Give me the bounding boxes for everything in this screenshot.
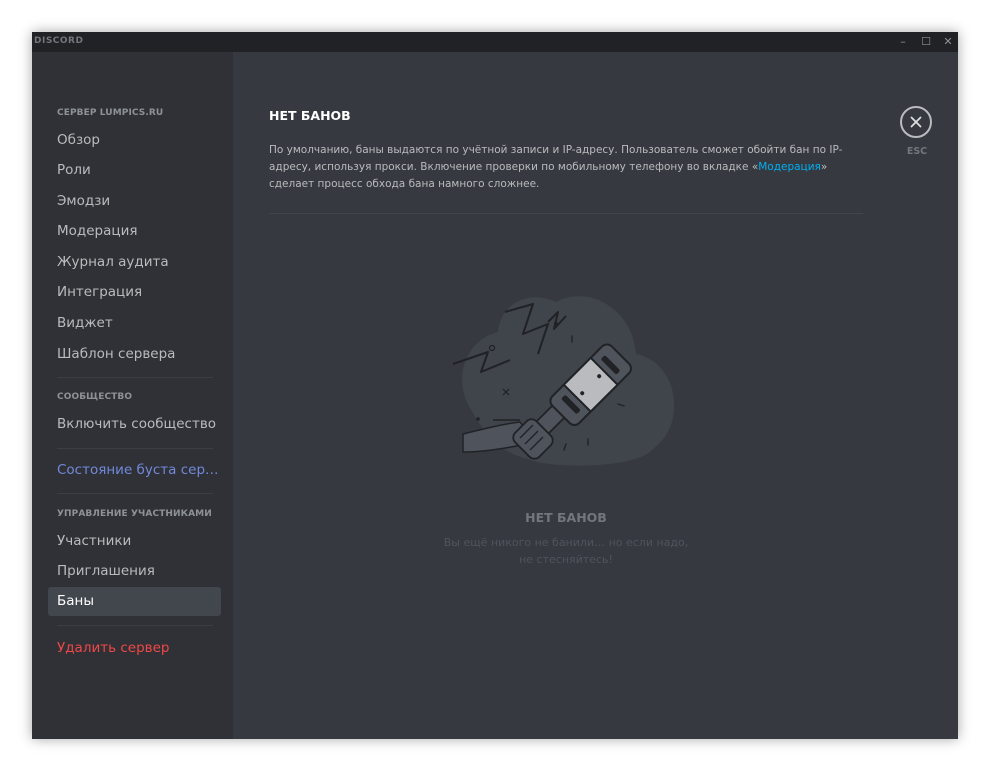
esc-label: ESC bbox=[906, 146, 928, 157]
sidebar-item-boost-status[interactable]: Состояние буста серв... bbox=[48, 456, 221, 485]
sidebar-item-invites[interactable]: Приглашения bbox=[48, 557, 221, 586]
sidebar-item-overview[interactable]: Обзор bbox=[48, 126, 221, 155]
sidebar-separator bbox=[57, 625, 213, 626]
close-icon bbox=[910, 116, 922, 128]
empty-state-line: Вы ещё никого не банили… но если надо, bbox=[443, 536, 689, 549]
close-settings-button[interactable] bbox=[900, 106, 932, 138]
discord-logo: DISCORD bbox=[34, 36, 84, 46]
sidebar-item-roles[interactable]: Роли bbox=[48, 156, 221, 185]
window-close-button[interactable]: ✕ bbox=[937, 34, 958, 50]
sidebar-item-members[interactable]: Участники bbox=[48, 527, 221, 556]
sidebar-item-server-template[interactable]: Шаблон сервера bbox=[48, 340, 221, 369]
sidebar-separator bbox=[57, 377, 213, 378]
community-section-header: СООБЩЕСТВО bbox=[57, 392, 133, 402]
sidebar-item-emoji[interactable]: Эмодзи bbox=[48, 187, 221, 216]
minimize-button[interactable]: – bbox=[892, 34, 914, 50]
server-section-header: СЕРВЕР LUMPICS.RU bbox=[57, 108, 164, 118]
members-section-header: УПРАВЛЕНИЕ УЧАСТНИКАМИ bbox=[57, 509, 212, 519]
maximize-button[interactable]: ☐ bbox=[915, 34, 937, 50]
empty-state-title: НЕТ БАНОВ bbox=[525, 510, 607, 525]
page-title: НЕТ БАНОВ bbox=[269, 108, 351, 123]
sidebar-item-bans[interactable]: Баны bbox=[48, 587, 221, 616]
sidebar-item-delete-server[interactable]: Удалить сервер bbox=[48, 634, 221, 663]
sidebar-item-integrations[interactable]: Интеграция bbox=[48, 278, 221, 307]
description-text: По умолчанию, баны выдаются по учётной з… bbox=[269, 144, 843, 173]
sidebar-separator bbox=[57, 493, 213, 494]
settings-sidebar: СЕРВЕР LUMPICS.RU Обзор Роли Эмодзи Моде… bbox=[32, 52, 233, 739]
content-divider bbox=[269, 213, 863, 214]
app-window: DISCORD – ☐ ✕ СЕРВЕР LUMPICS.RU Обзор Ро… bbox=[32, 32, 958, 739]
ban-hammer-illustration bbox=[452, 296, 675, 466]
title-bar: DISCORD – ☐ ✕ bbox=[32, 32, 958, 52]
sidebar-separator bbox=[57, 448, 213, 449]
empty-state-line: не стесняйтесь! bbox=[519, 553, 613, 566]
sidebar-item-moderation[interactable]: Модерация bbox=[48, 217, 221, 246]
bans-page: НЕТ БАНОВ По умолчанию, баны выдаются по… bbox=[233, 52, 958, 739]
moderation-link[interactable]: Модерация bbox=[758, 161, 821, 173]
sidebar-item-enable-community[interactable]: Включить сообщество bbox=[48, 410, 221, 439]
sidebar-item-widget[interactable]: Виджет bbox=[48, 309, 221, 338]
empty-state-text: Вы ещё никого не банили… но если надо, н… bbox=[413, 534, 719, 568]
bans-description: По умолчанию, баны выдаются по учётной з… bbox=[269, 142, 859, 193]
sidebar-item-audit-log[interactable]: Журнал аудита bbox=[48, 248, 221, 277]
